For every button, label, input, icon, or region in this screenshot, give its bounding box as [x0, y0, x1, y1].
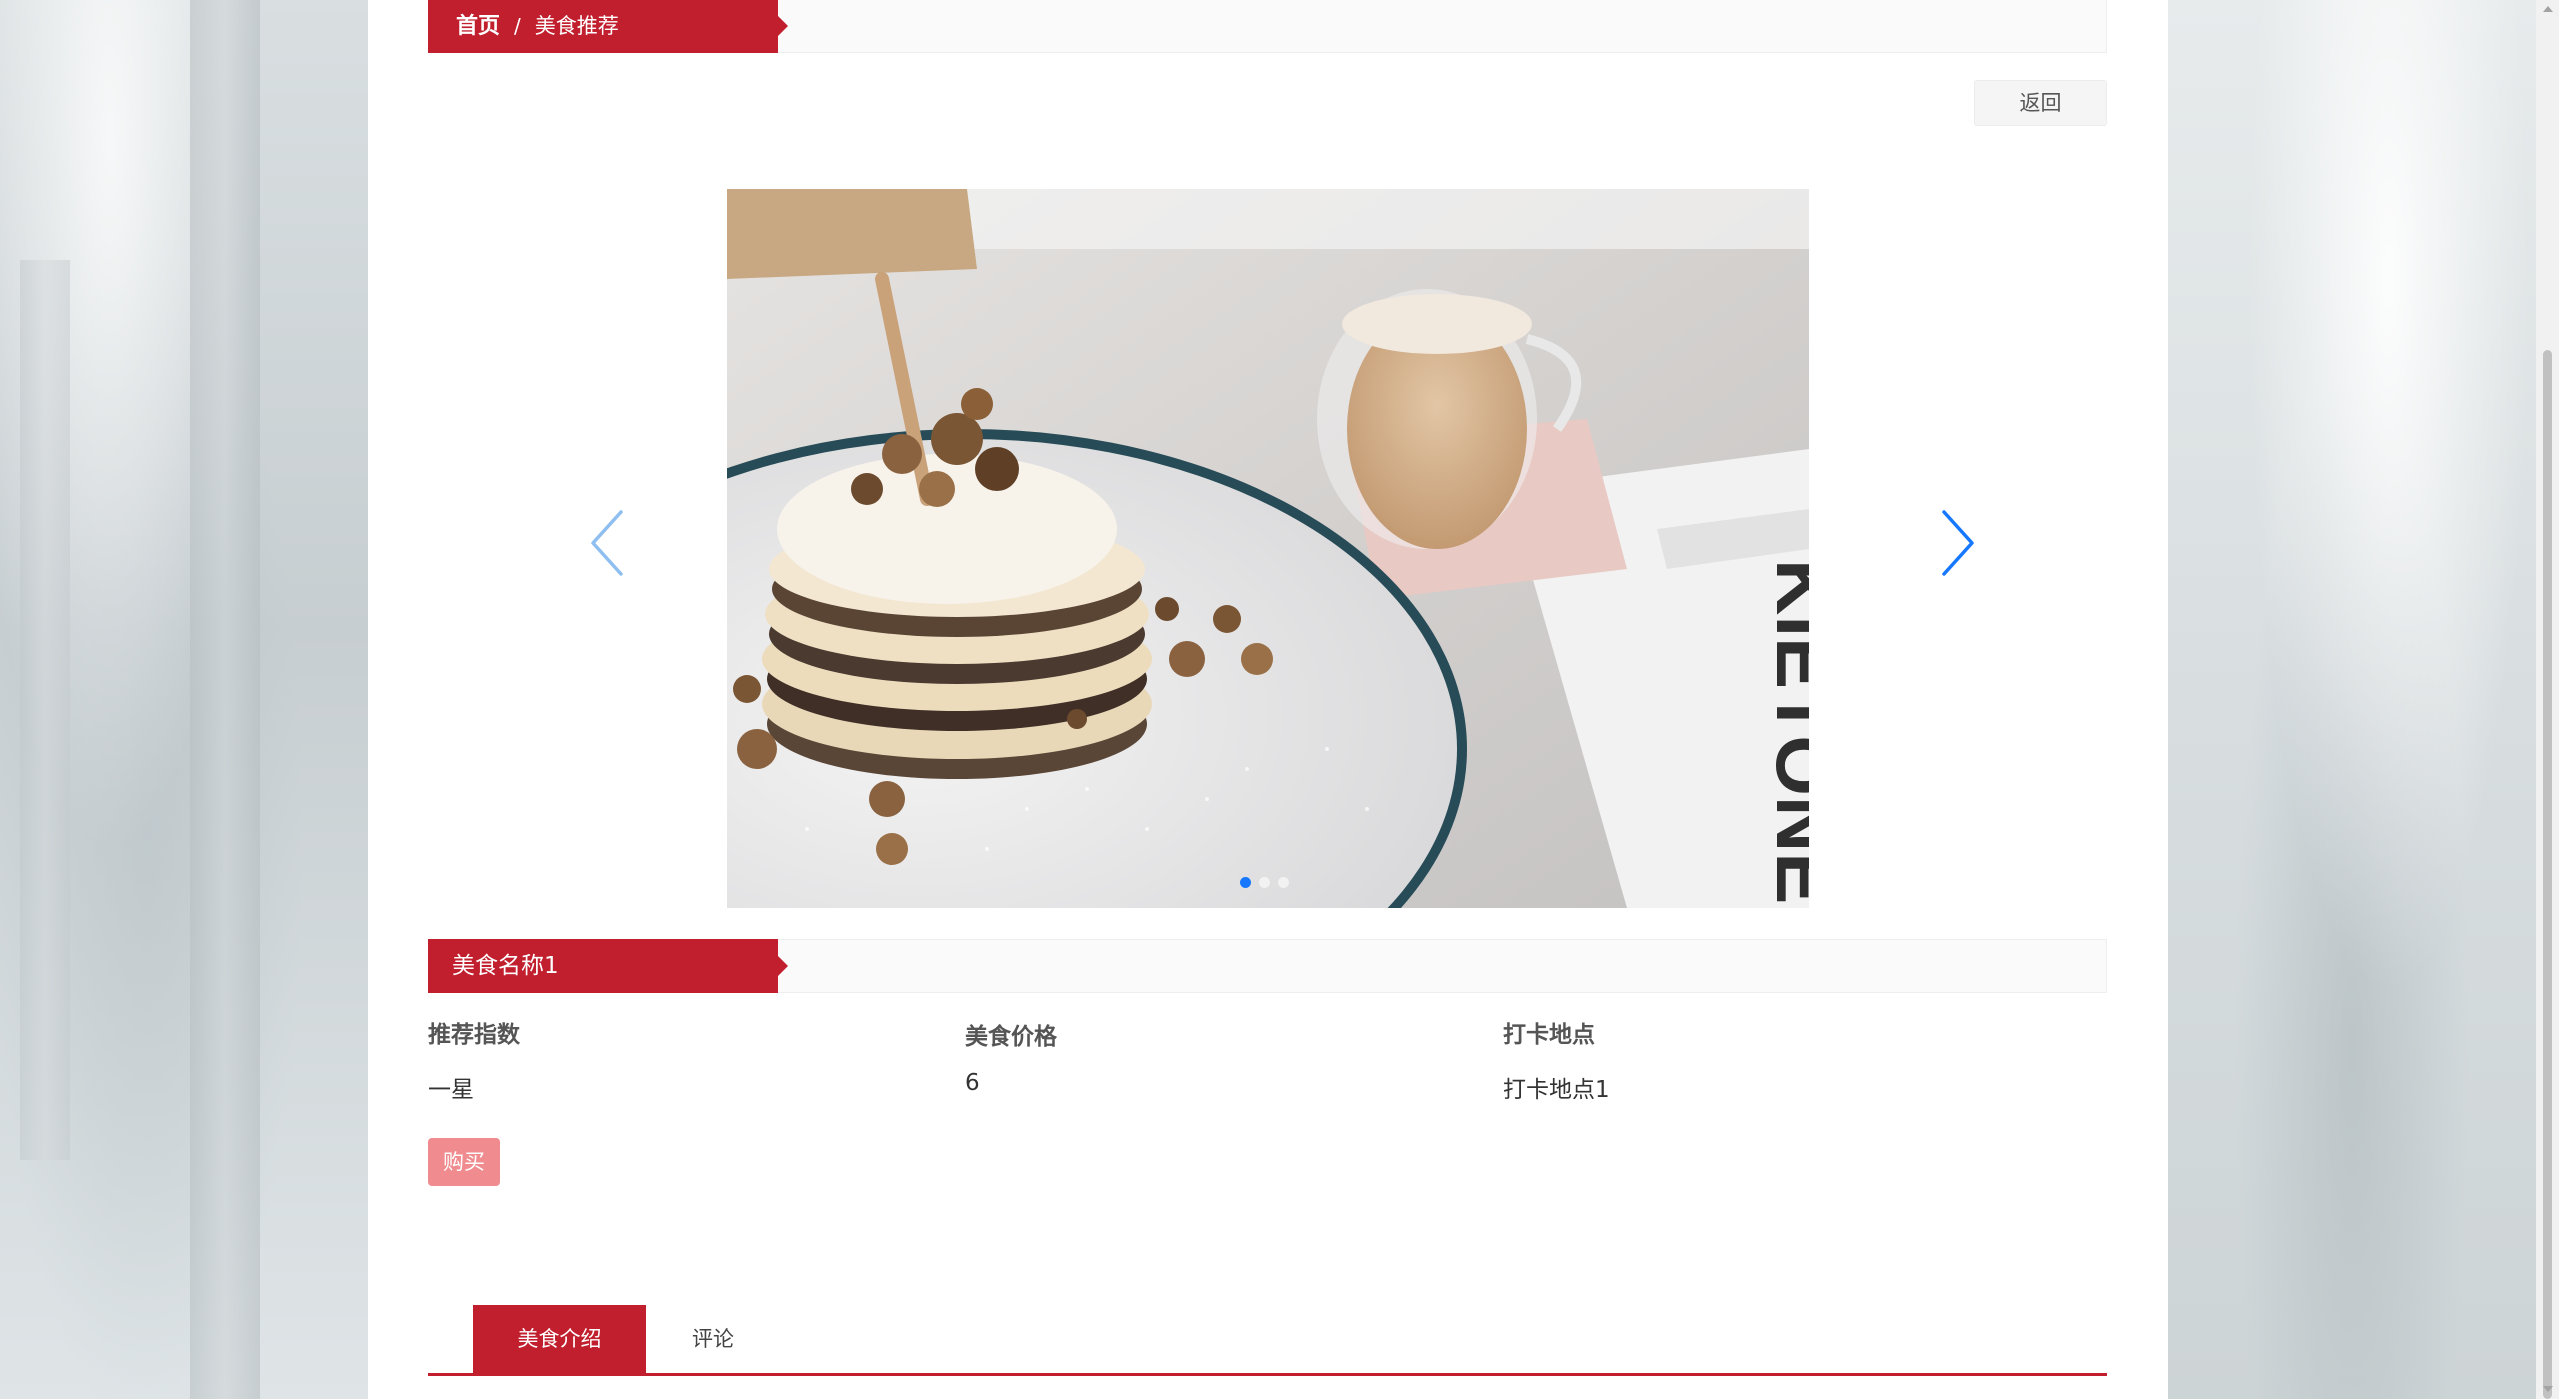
back-button[interactable]: 返回 — [1974, 80, 2107, 126]
breadcrumb-current: 美食推荐 — [534, 14, 619, 38]
carousel-dot[interactable] — [1240, 877, 1251, 888]
chevron-right-icon — [1942, 510, 1974, 576]
right-background-scenery — [2168, 0, 2536, 1399]
food-image-carousel[interactable]: KIETONE — [727, 189, 1809, 908]
info-value: 打卡地点1 — [1503, 1077, 1610, 1103]
carousel-next-button[interactable] — [1938, 508, 1978, 578]
detail-tabs: 美食介绍 评论 — [428, 1305, 2107, 1376]
carousel-dot[interactable] — [1259, 877, 1270, 888]
food-name: 美食名称1 — [428, 939, 788, 993]
carousel-prev-button[interactable] — [587, 508, 627, 578]
photo-text: KIETONE — [1760, 559, 1809, 904]
tab-food-intro[interactable]: 美食介绍 — [473, 1305, 646, 1373]
info-value: 一星 — [428, 1077, 474, 1103]
food-name-bar: 美食名称1 — [428, 939, 2107, 993]
breadcrumb-bar: 首页 / 美食推荐 — [428, 0, 2107, 53]
background-pillar — [20, 260, 70, 1160]
page-scrollbar[interactable] — [2536, 0, 2559, 1399]
breadcrumb: 首页 / 美食推荐 — [428, 0, 788, 53]
info-label: 打卡地点 — [1503, 1022, 1595, 1048]
main-content: 首页 / 美食推荐 返回 KIETONE 美食名称1 推荐指数 一星 美食价格 … — [368, 0, 2168, 1399]
breadcrumb-separator: / — [514, 14, 521, 38]
scrollbar-thumb[interactable] — [2543, 350, 2552, 1399]
left-background-scenery — [0, 0, 368, 1399]
tab-comments[interactable]: 评论 — [658, 1305, 768, 1373]
chevron-left-icon — [591, 510, 623, 576]
scroll-down-icon[interactable] — [2543, 1386, 2553, 1392]
scroll-up-icon[interactable] — [2543, 6, 2553, 12]
info-label: 推荐指数 — [428, 1022, 520, 1048]
info-price: 美食价格 6 — [965, 1017, 1057, 1096]
info-value: 6 — [965, 1070, 980, 1096]
carousel-dot[interactable] — [1278, 877, 1289, 888]
food-photo: KIETONE — [727, 189, 1809, 908]
info-label: 美食价格 — [965, 1024, 1057, 1050]
buy-button[interactable]: 购买 — [428, 1138, 500, 1186]
background-pillar — [190, 0, 260, 1399]
info-location: 打卡地点 打卡地点1 — [1503, 1015, 1610, 1104]
breadcrumb-home-link[interactable]: 首页 — [456, 14, 500, 39]
info-rating: 推荐指数 一星 — [428, 1015, 520, 1104]
carousel-indicators — [1240, 877, 1289, 888]
svg-text:KIETONE: KIETONE — [1760, 559, 1809, 904]
